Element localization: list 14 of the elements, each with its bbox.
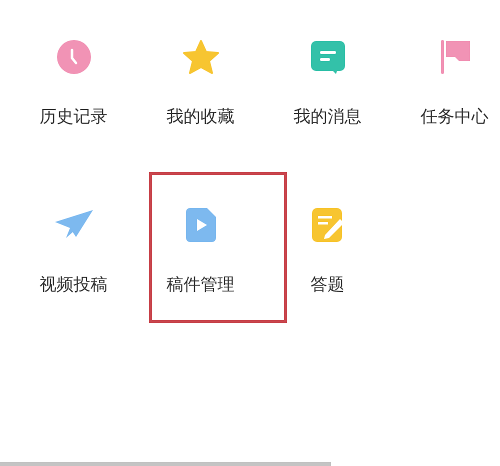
menu-item-label[interactable]: 稿件管理 bbox=[166, 274, 234, 296]
star-icon bbox=[182, 39, 220, 75]
menu-item-label[interactable]: 我的消息 bbox=[294, 106, 362, 128]
clock-icon bbox=[56, 39, 92, 75]
message-icon bbox=[310, 39, 346, 75]
flag-icon bbox=[438, 39, 470, 75]
menu-item-label[interactable]: 视频投稿 bbox=[40, 274, 108, 296]
menu-item-label[interactable]: 答题 bbox=[310, 274, 344, 296]
menu-item-label[interactable]: 历史记录 bbox=[40, 106, 108, 128]
menu-item-label[interactable]: 任务中心 bbox=[420, 106, 488, 128]
video-file-icon bbox=[184, 207, 216, 243]
menu-item-label[interactable]: 我的收藏 bbox=[166, 106, 234, 128]
paper-plane-icon bbox=[54, 209, 94, 241]
note-pencil-icon bbox=[310, 207, 344, 243]
